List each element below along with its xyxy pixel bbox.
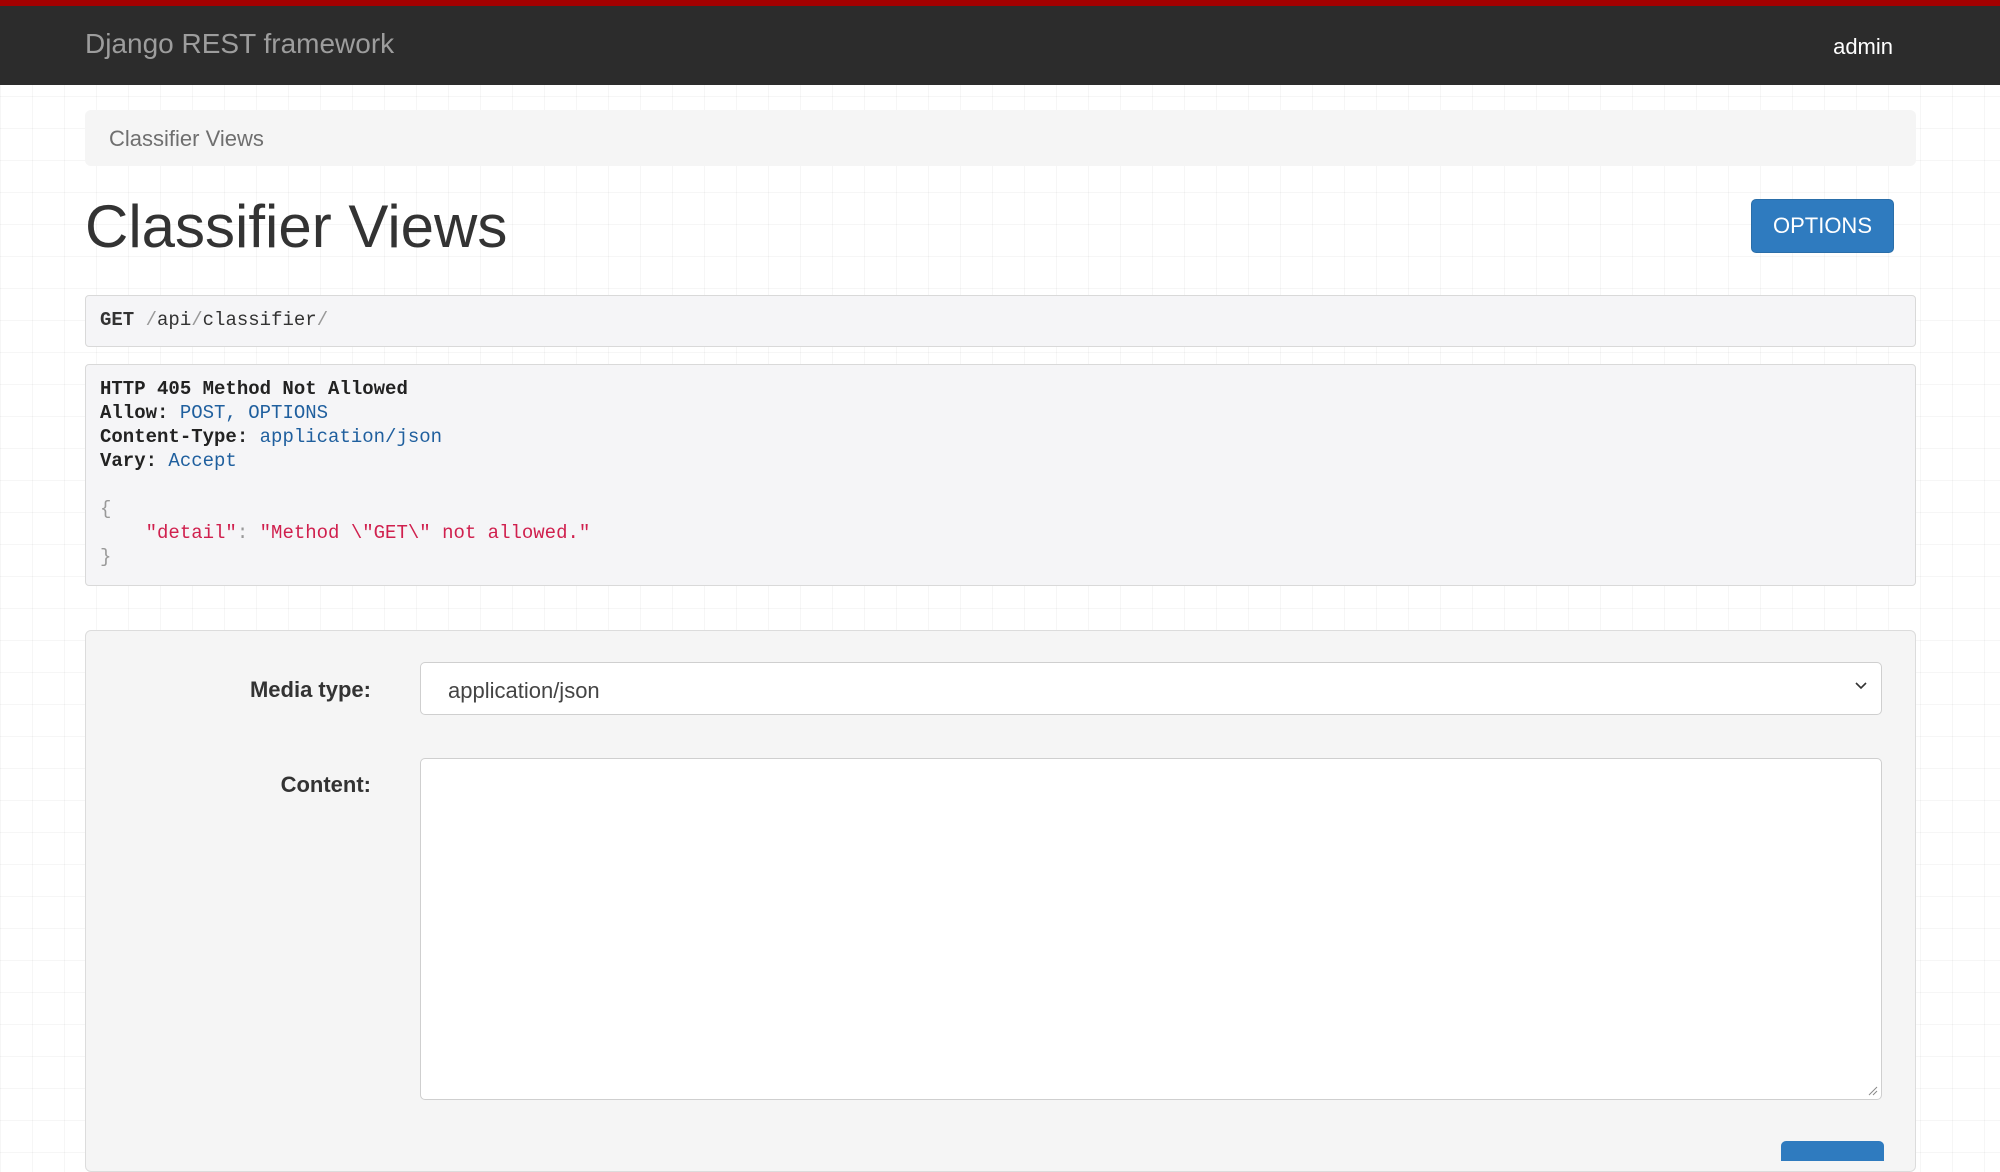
response-header-value: application/json bbox=[259, 426, 443, 448]
json-value: "Method \"GET\" not allowed." bbox=[259, 522, 591, 544]
breadcrumb-item-classifier-views[interactable]: Classifier Views bbox=[109, 126, 264, 152]
brand-link[interactable]: Django REST framework bbox=[85, 28, 394, 60]
media-type-select[interactable]: application/json bbox=[420, 662, 1882, 715]
page-title: Classifier Views bbox=[85, 193, 508, 260]
chevron-down-icon bbox=[1855, 682, 1867, 690]
content-textarea[interactable] bbox=[420, 758, 1882, 1100]
breadcrumb: Classifier Views bbox=[85, 110, 1916, 166]
response-header-name: Allow: bbox=[100, 402, 169, 424]
request-path-classifier: classifier bbox=[202, 309, 317, 331]
media-type-value: application/json bbox=[448, 678, 600, 703]
request-path-api: api bbox=[157, 309, 192, 331]
response-header-name: Vary: bbox=[100, 450, 158, 472]
json-key: "detail" bbox=[145, 522, 237, 544]
response-header-value: Accept bbox=[168, 450, 237, 472]
navbar: Django REST framework admin bbox=[0, 6, 2000, 85]
response-header-value: POST, OPTIONS bbox=[179, 402, 329, 424]
json-close-brace: } bbox=[100, 546, 112, 568]
request-method: GET bbox=[100, 309, 135, 331]
resize-grip-icon[interactable] bbox=[1866, 1084, 1878, 1096]
user-menu[interactable]: admin bbox=[1833, 34, 1893, 60]
post-button[interactable] bbox=[1781, 1141, 1884, 1161]
response-status: HTTP 405 Method Not Allowed bbox=[100, 378, 408, 400]
request-info: GET /api/classifier/ bbox=[85, 295, 1916, 347]
content-label: Content: bbox=[280, 772, 371, 797]
response-info: HTTP 405 Method Not Allowed Allow: POST,… bbox=[85, 364, 1916, 586]
options-button[interactable]: OPTIONS bbox=[1751, 199, 1894, 253]
json-open-brace: { bbox=[100, 498, 112, 520]
response-header-name: Content-Type: bbox=[100, 426, 249, 448]
media-type-label: Media type: bbox=[249, 677, 371, 702]
